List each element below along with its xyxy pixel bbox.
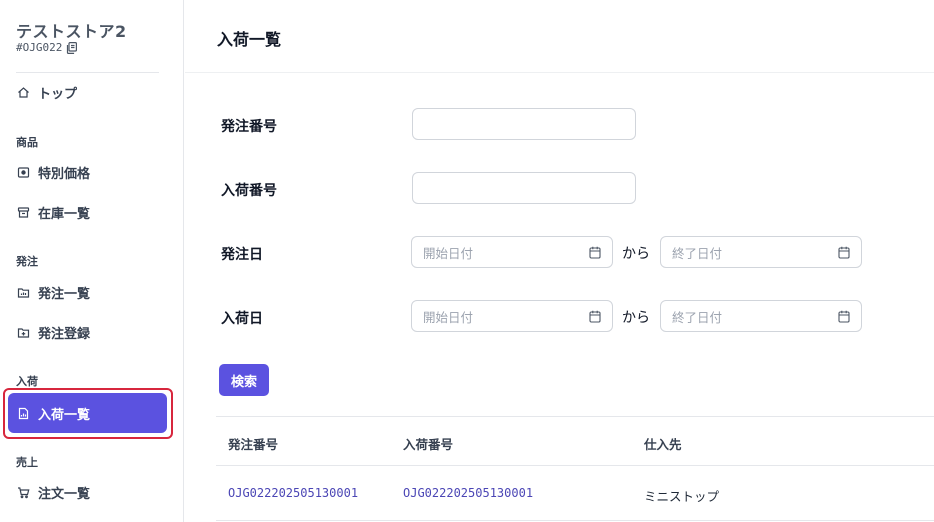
order-date-label: 発注日 bbox=[221, 247, 263, 263]
table-header: 発注番号 入荷番号 仕入先 bbox=[216, 416, 934, 466]
home-icon bbox=[17, 86, 30, 99]
main-content: 入荷一覧 発注番号 入荷番号 発注日 開始日付 から 終了日付 入荷日 開始日付… bbox=[185, 0, 934, 522]
results-table: 発注番号 入荷番号 仕入先 OJG022202505130001 OJG0222… bbox=[216, 416, 934, 521]
order-number-link[interactable]: OJG022202505130001 bbox=[228, 486, 358, 500]
date-placeholder: 終了日付 bbox=[672, 245, 723, 261]
arrival-number-input[interactable] bbox=[412, 172, 636, 204]
store-code: #OJG022 bbox=[16, 41, 78, 54]
supplier-cell: ミニストップ bbox=[644, 489, 720, 504]
sidebar-section-arrivals: 入荷 bbox=[16, 375, 38, 388]
search-button[interactable]: 検索 bbox=[219, 364, 269, 396]
arrival-date-label: 入荷日 bbox=[221, 311, 263, 327]
range-separator: から bbox=[622, 246, 650, 262]
sidebar-section-products: 商品 bbox=[16, 136, 38, 149]
table-row[interactable]: OJG022202505130001 OJG022202505130001 ミニ… bbox=[216, 466, 934, 521]
sidebar-item-inventory[interactable]: 在庫一覧 bbox=[8, 192, 167, 232]
folder-chart-icon bbox=[17, 286, 30, 299]
sidebar-item-label: トップ bbox=[38, 86, 78, 102]
archive-box-icon bbox=[17, 206, 30, 219]
folder-plus-icon bbox=[17, 326, 30, 339]
order-date-end-input[interactable]: 終了日付 bbox=[660, 236, 862, 268]
sidebar-item-label: 特別価格 bbox=[38, 166, 91, 182]
sidebar-item-order-register[interactable]: 発注登録 bbox=[8, 312, 167, 352]
sidebar-item-special-price[interactable]: 特別価格 bbox=[8, 152, 167, 192]
sidebar: テストストア2 #OJG022 トップ 商品 特別価格 在庫一覧 発注 発注一覧 bbox=[0, 0, 184, 522]
sidebar-item-label: 発注一覧 bbox=[38, 286, 91, 302]
sidebar-item-sales-orders[interactable]: 注文一覧 bbox=[8, 472, 167, 512]
arrival-number-link[interactable]: OJG022202505130001 bbox=[403, 486, 533, 500]
sidebar-section-orders: 発注 bbox=[16, 255, 38, 268]
calendar-icon[interactable] bbox=[589, 310, 601, 323]
arrival-date-end-input[interactable]: 終了日付 bbox=[660, 300, 862, 332]
sidebar-section-sales: 売上 bbox=[16, 456, 38, 469]
page-header: 入荷一覧 bbox=[185, 0, 934, 73]
column-header-order-number[interactable]: 発注番号 bbox=[228, 434, 278, 453]
order-number-input[interactable] bbox=[412, 108, 636, 140]
store-name: テストストア2 bbox=[16, 22, 127, 41]
order-number-label: 発注番号 bbox=[221, 119, 277, 135]
arrival-date-start-input[interactable]: 開始日付 bbox=[411, 300, 613, 332]
date-placeholder: 開始日付 bbox=[423, 309, 474, 325]
range-separator: から bbox=[622, 310, 650, 326]
sidebar-item-order-list[interactable]: 発注一覧 bbox=[8, 272, 167, 312]
selection-highlight bbox=[3, 388, 173, 439]
arrival-number-label: 入荷番号 bbox=[221, 183, 277, 199]
calendar-icon[interactable] bbox=[838, 246, 850, 259]
calendar-icon[interactable] bbox=[838, 310, 850, 323]
sidebar-item-label: 発注登録 bbox=[38, 326, 91, 342]
column-header-supplier[interactable]: 仕入先 bbox=[644, 434, 682, 453]
price-tag-icon bbox=[17, 166, 30, 179]
store-code-text: #OJG022 bbox=[16, 41, 63, 54]
page-title: 入荷一覧 bbox=[217, 30, 282, 49]
date-placeholder: 開始日付 bbox=[423, 245, 474, 261]
order-date-start-input[interactable]: 開始日付 bbox=[411, 236, 613, 268]
sidebar-item-label: 在庫一覧 bbox=[38, 206, 91, 222]
sidebar-item-label: 注文一覧 bbox=[38, 486, 91, 502]
calendar-icon[interactable] bbox=[589, 246, 601, 259]
sidebar-item-top[interactable]: トップ bbox=[8, 72, 167, 112]
copy-icon[interactable] bbox=[66, 41, 78, 54]
cart-icon bbox=[17, 486, 30, 499]
date-placeholder: 終了日付 bbox=[672, 309, 723, 325]
column-header-arrival-number[interactable]: 入荷番号 bbox=[403, 434, 453, 453]
